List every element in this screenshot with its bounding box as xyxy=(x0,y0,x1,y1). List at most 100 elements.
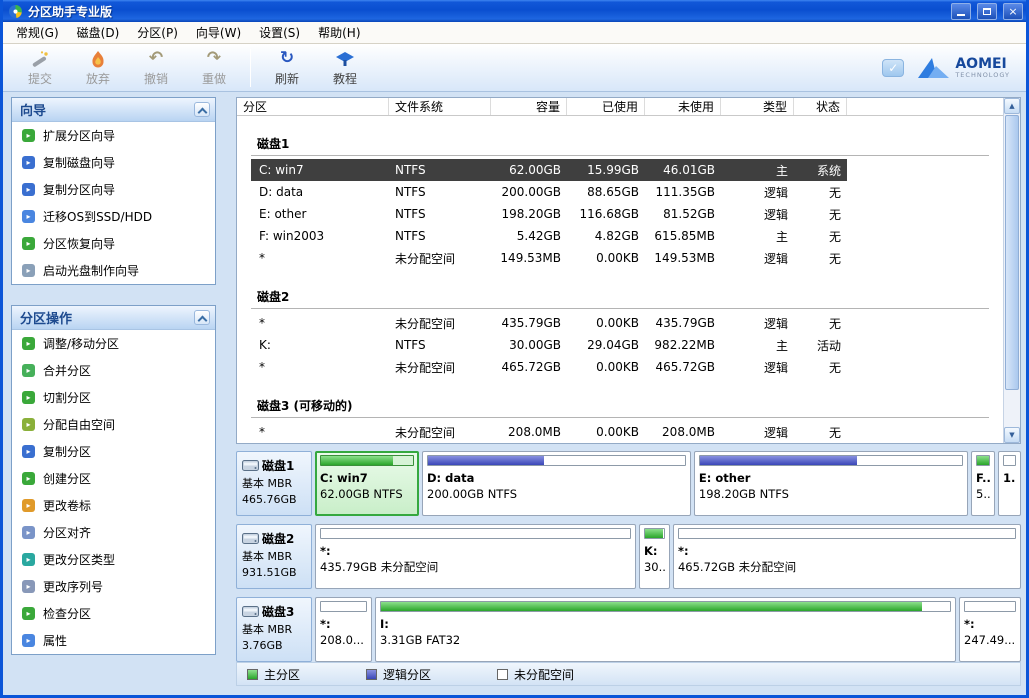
redo-button[interactable]: ↷ 重做 xyxy=(185,46,243,90)
disk-name: 磁盘3 xyxy=(262,603,294,620)
sidebar-item-migrate-os[interactable]: ▸ 迁移OS到SSD/HDD xyxy=(12,203,215,230)
collapse-chevron-icon[interactable] xyxy=(194,310,210,325)
column-header-filesystem: 文件系统 xyxy=(389,98,491,115)
cell-unused: 81.52GB xyxy=(645,203,721,225)
cell-unused: 982.22MB xyxy=(645,334,721,356)
partition-label: I: xyxy=(380,617,951,633)
titlebar: 分区助手专业版 × xyxy=(3,0,1026,22)
partition-block-unallocated[interactable]: 1... xyxy=(998,451,1021,516)
partition-block-e-other[interactable]: E: other 198.20GB NTFS xyxy=(694,451,968,516)
create-partition-icon: ▸ xyxy=(22,472,35,485)
sidebar-item-change-label[interactable]: ▸ 更改卷标 xyxy=(12,492,215,519)
sidebar-item-change-serial[interactable]: ▸ 更改序列号 xyxy=(12,573,215,600)
collapse-chevron-icon[interactable] xyxy=(194,102,210,117)
sidebar-item-label: 调整/移动分区 xyxy=(43,335,119,352)
partition-label: 1... xyxy=(1003,471,1016,487)
menu-item-help[interactable]: 帮助(H) xyxy=(309,22,369,43)
minimize-button[interactable] xyxy=(951,3,971,20)
sidebar-item-partition-recovery-wizard[interactable]: ▸ 分区恢复向导 xyxy=(12,230,215,257)
maximize-button[interactable] xyxy=(977,3,997,20)
sidebar-item-resize-move[interactable]: ▸ 调整/移动分区 xyxy=(12,330,215,357)
discard-button[interactable]: 放弃 xyxy=(69,46,127,90)
partition-block-unallocated[interactable]: *: 465.72GB 未分配空间 xyxy=(673,524,1021,589)
column-header-type: 类型 xyxy=(721,98,794,115)
tutorial-button[interactable]: 教程 xyxy=(316,46,374,90)
partition-block-c-win7[interactable]: C: win7 62.00GB NTFS xyxy=(315,451,419,516)
menu-item-partition[interactable]: 分区(P) xyxy=(128,22,187,43)
partition-block-unallocated[interactable]: *: 247.49... xyxy=(959,597,1021,662)
refresh-button[interactable]: ↻ 刷新 xyxy=(258,46,316,90)
commit-button[interactable]: 提交 xyxy=(11,46,69,90)
main-area: 向导 ▸ 扩展分区向导 ▸ 复制磁盘向导 ▸ 复制分区向导 ▸ 迁移OS到 xyxy=(3,92,1026,695)
disk3-info-box[interactable]: 磁盘3 基本 MBR 3.76GB xyxy=(236,597,312,662)
table-row-k[interactable]: K: NTFS 30.00GB 29.04GB 982.22MB 主 活动 xyxy=(251,334,847,356)
primary-color-swatch xyxy=(247,669,258,680)
table-row-d-data[interactable]: D: data NTFS 200.00GB 88.65GB 111.35GB 逻… xyxy=(251,181,847,203)
partition-block-unallocated[interactable]: *: 435.79GB 未分配空间 xyxy=(315,524,636,589)
disk-name: 磁盘1 xyxy=(262,457,294,474)
sidebar-item-create-partition[interactable]: ▸ 创建分区 xyxy=(12,465,215,492)
sidebar-item-check-partition[interactable]: ▸ 检查分区 xyxy=(12,600,215,627)
sidebar-item-label: 更改卷标 xyxy=(43,497,91,514)
sidebar-item-bootable-cd-wizard[interactable]: ▸ 启动光盘制作向导 xyxy=(12,257,215,284)
close-button[interactable]: × xyxy=(1003,3,1023,20)
update-check-icon[interactable]: ✓ xyxy=(882,59,904,77)
disk1-info-box[interactable]: 磁盘1 基本 MBR 465.76GB xyxy=(236,451,312,516)
aomei-logo: AOMEI TECHNOLOGY xyxy=(916,56,1010,80)
partition-block-unallocated[interactable]: *: 208.0... xyxy=(315,597,372,662)
sidebar-item-split-partition[interactable]: ▸ 切割分区 xyxy=(12,384,215,411)
scroll-down-button[interactable]: ▼ xyxy=(1004,427,1020,443)
sidebar-item-partition-alignment[interactable]: ▸ 分区对齐 xyxy=(12,519,215,546)
partition-block-d-data[interactable]: D: data 200.00GB NTFS xyxy=(422,451,691,516)
table-row-unallocated[interactable]: * 未分配空间 435.79GB 0.00KB 435.79GB 逻辑 无 xyxy=(251,312,847,334)
undo-button[interactable]: ↶ 撤销 xyxy=(127,46,185,90)
table-row-unallocated[interactable]: * 未分配空间 208.0MB 0.00KB 208.0MB 逻辑 无 xyxy=(251,421,847,443)
cell-filesystem: NTFS xyxy=(389,334,491,356)
legend-logical: 逻辑分区 xyxy=(366,666,431,683)
partition-block-i[interactable]: I: 3.31GB FAT32 xyxy=(375,597,956,662)
sidebar-item-copy-partition[interactable]: ▸ 复制分区 xyxy=(12,438,215,465)
sidebar-item-merge-partition[interactable]: ▸ 合并分区 xyxy=(12,357,215,384)
column-header-used: 已使用 xyxy=(567,98,645,115)
sidebar: 向导 ▸ 扩展分区向导 ▸ 复制磁盘向导 ▸ 复制分区向导 ▸ 迁移OS到 xyxy=(11,97,216,695)
table-row-unallocated[interactable]: * 未分配空间 149.53MB 0.00KB 149.53MB 逻辑 无 xyxy=(251,247,847,269)
table-row-unallocated[interactable]: * 未分配空间 465.72GB 0.00KB 465.72GB 逻辑 无 xyxy=(251,356,847,378)
menu-item-disk[interactable]: 磁盘(D) xyxy=(68,22,129,43)
menu-item-settings[interactable]: 设置(S) xyxy=(250,22,309,43)
table-header: 分区 文件系统 容量 已使用 未使用 类型 状态 xyxy=(237,98,1003,116)
tutorial-icon xyxy=(335,49,355,69)
menu-item-wizard[interactable]: 向导(W) xyxy=(187,22,250,43)
disk-group-title: 磁盘2 xyxy=(237,269,1003,308)
usage-bar xyxy=(644,528,665,539)
usage-bar xyxy=(1003,455,1016,466)
cell-unused: 465.72GB xyxy=(645,356,721,378)
disk2-info-box[interactable]: 磁盘2 基本 MBR 931.51GB xyxy=(236,524,312,589)
table-row-e-other[interactable]: E: other NTFS 198.20GB 116.68GB 81.52GB … xyxy=(251,203,847,225)
sidebar-item-copy-disk-wizard[interactable]: ▸ 复制磁盘向导 xyxy=(12,149,215,176)
sidebar-item-extend-partition-wizard[interactable]: ▸ 扩展分区向导 xyxy=(12,122,215,149)
scrollbar-thumb[interactable] xyxy=(1005,115,1019,390)
sidebar-item-change-partition-type[interactable]: ▸ 更改分区类型 xyxy=(12,546,215,573)
sidebar-item-copy-partition-wizard[interactable]: ▸ 复制分区向导 xyxy=(12,176,215,203)
menu-item-general[interactable]: 常规(G) xyxy=(7,22,68,43)
table-row-c-win7[interactable]: C: win7 NTFS 62.00GB 15.99GB 46.01GB 主 系… xyxy=(251,159,847,181)
partition-block-f-win2003[interactable]: F... 5... xyxy=(971,451,995,516)
cell-type: 逻辑 xyxy=(721,203,794,225)
scroll-up-button[interactable]: ▲ xyxy=(1004,98,1020,114)
table-row-f-win2003[interactable]: F: win2003 NTFS 5.42GB 4.82GB 615.85MB 主… xyxy=(251,225,847,247)
scrollbar-track[interactable] xyxy=(1004,114,1020,427)
properties-icon: ▸ xyxy=(22,634,35,647)
maximize-icon xyxy=(983,8,991,15)
resize-move-icon: ▸ xyxy=(22,337,35,350)
legend-label: 逻辑分区 xyxy=(383,666,431,683)
sidebar-item-allocate-free-space[interactable]: ▸ 分配自由空间 xyxy=(12,411,215,438)
partition-block-k[interactable]: K: 30... xyxy=(639,524,670,589)
cell-type: 逻辑 xyxy=(721,247,794,269)
cell-type: 逻辑 xyxy=(721,356,794,378)
operation-panel-header: 分区操作 xyxy=(12,306,215,330)
table-vertical-scrollbar[interactable]: ▲ ▼ xyxy=(1003,98,1020,443)
usage-bar xyxy=(320,455,414,466)
wizard-panel-title: 向导 xyxy=(20,100,46,119)
sidebar-item-properties[interactable]: ▸ 属性 xyxy=(12,627,215,654)
disk-size: 465.76GB xyxy=(242,492,306,508)
